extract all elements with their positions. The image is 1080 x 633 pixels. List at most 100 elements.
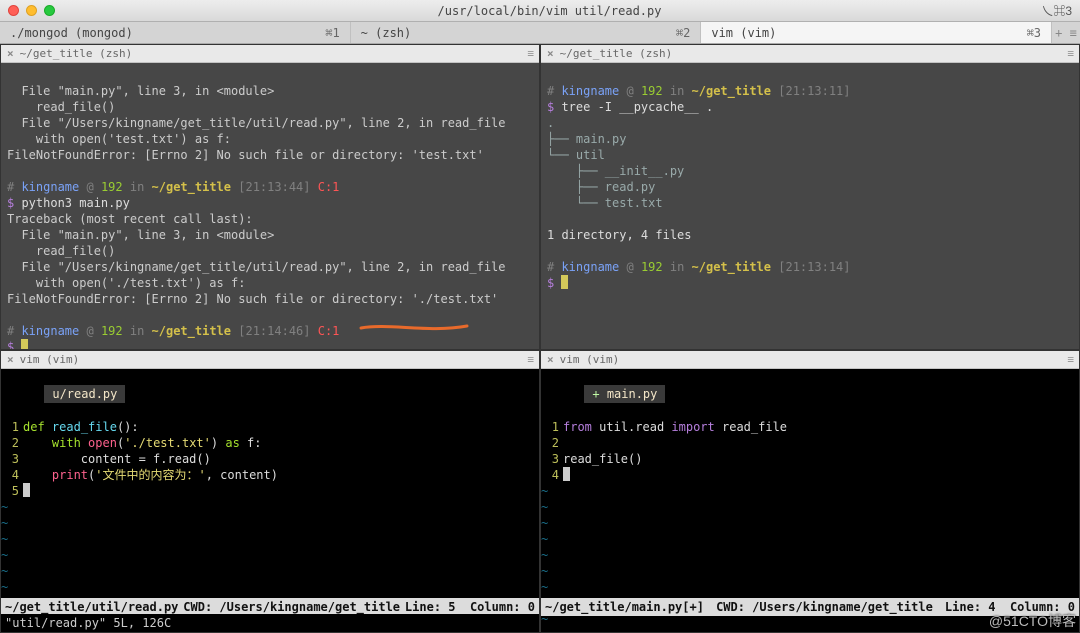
window-titlebar: /usr/local/bin/vim util/read.py 乀⌘3 xyxy=(0,0,1080,22)
code-lines[interactable]: 1def read_file():2 with open('./test.txt… xyxy=(1,419,539,627)
hamburger-icon[interactable]: ≡ xyxy=(1067,353,1073,366)
prompt-host: 192 xyxy=(641,84,663,98)
empty-tilde-line: ~ xyxy=(541,499,1079,515)
close-icon[interactable]: × xyxy=(547,353,554,366)
code-line[interactable]: 4 print('文件中的内容为：', content) xyxy=(1,467,539,483)
traceback-line: Traceback (most recent call last): xyxy=(7,212,253,226)
shell-command: tree -I __pycache__ . xyxy=(561,100,713,114)
empty-tilde-line: ~ xyxy=(1,499,539,515)
hamburger-icon[interactable]: ≡ xyxy=(527,47,533,60)
new-tab-button[interactable]: + ≡ xyxy=(1052,22,1080,43)
code-line[interactable]: 2 with open('./test.txt') as f: xyxy=(1,435,539,451)
code-line[interactable]: 4 xyxy=(541,467,1079,483)
traceback-line: with open('./test.txt') as f: xyxy=(7,276,245,290)
close-icon[interactable]: × xyxy=(547,47,554,60)
empty-tilde-line: ~ xyxy=(1,563,539,579)
status-cwd: CWD: /Users/kingname/get_title xyxy=(716,599,933,615)
tab-zsh[interactable]: ~ (zsh) ⌘2 xyxy=(351,22,702,43)
pane-title: ~/get_title (zsh) xyxy=(20,47,133,60)
buffer-tab[interactable]: u/read.py xyxy=(44,385,125,403)
prompt-time: [21:14:46] xyxy=(238,324,310,338)
maximize-icon[interactable] xyxy=(44,5,55,16)
empty-tilde-line: ~ xyxy=(1,531,539,547)
traffic-lights xyxy=(8,5,55,16)
tab-kbd: ⌘2 xyxy=(676,26,690,40)
tab-kbd: ⌘1 xyxy=(325,26,339,40)
window-right-indicator: 乀⌘3 xyxy=(1032,2,1072,19)
code-line[interactable]: 1def read_file(): xyxy=(1,419,539,435)
tree-summary: 1 directory, 4 files xyxy=(547,228,692,242)
empty-tilde-line: ~ xyxy=(1,547,539,563)
traceback-line: FileNotFoundError: [Errno 2] No such fil… xyxy=(7,292,498,306)
close-icon[interactable] xyxy=(8,5,19,16)
pane-shell-right[interactable]: × ~/get_title (zsh) ≡ # kingname @ 192 i… xyxy=(540,44,1080,350)
minimize-icon[interactable] xyxy=(26,5,37,16)
empty-tilde-line: ~ xyxy=(541,547,1079,563)
tab-vim[interactable]: vim (vim) ⌘3 xyxy=(701,22,1052,43)
prompt-user: kingname xyxy=(561,84,619,98)
traceback-line: FileNotFoundError: [Errno 2] No such fil… xyxy=(7,148,484,162)
prompt-path: ~/get_title xyxy=(692,84,771,98)
traceback-line: File "/Users/kingname/get_title/util/rea… xyxy=(7,260,506,274)
pane-header: × vim (vim) ≡ xyxy=(541,351,1079,369)
editor-area[interactable]: main.py 1from util.read import read_file… xyxy=(541,369,1079,632)
pane-header: × ~/get_title (zsh) ≡ xyxy=(541,45,1079,63)
code-line[interactable]: 3 content = f.read() xyxy=(1,451,539,467)
pane-vim-right[interactable]: × vim (vim) ≡ main.py 1from util.read im… xyxy=(540,350,1080,633)
pane-title: vim (vim) xyxy=(560,353,620,366)
empty-tilde-line: ~ xyxy=(541,579,1079,595)
tab-kbd: ⌘3 xyxy=(1027,26,1041,40)
status-col: Column: 0 xyxy=(470,600,535,614)
empty-tilde-line: ~ xyxy=(1,515,539,531)
traceback-line: read_file() xyxy=(7,244,115,258)
prompt-host: 192 xyxy=(101,180,123,194)
tree-line: ├── main.py xyxy=(547,132,626,146)
tree-line: └── test.txt xyxy=(547,196,663,210)
code-line[interactable]: 3read_file() xyxy=(541,451,1079,467)
empty-tilde-line: ~ xyxy=(541,563,1079,579)
prompt-time: [21:13:44] xyxy=(238,180,310,194)
terminal-output[interactable]: File "main.py", line 3, in <module> read… xyxy=(1,63,539,350)
window-title: /usr/local/bin/vim util/read.py xyxy=(67,4,1032,18)
empty-tilde-line: ~ xyxy=(1,579,539,595)
pane-shell-left[interactable]: × ~/get_title (zsh) ≡ File "main.py", li… xyxy=(0,44,540,350)
prompt-user: kingname xyxy=(21,324,79,338)
traceback-line: File "main.py", line 3, in <module> xyxy=(7,228,274,242)
shell-command: python3 main.py xyxy=(21,196,129,210)
tree-line: ├── read.py xyxy=(547,180,655,194)
close-icon[interactable]: × xyxy=(7,47,14,60)
hamburger-icon[interactable]: ≡ xyxy=(1067,47,1073,60)
traceback-line: read_file() xyxy=(7,100,115,114)
tab-mongod[interactable]: ./mongod (mongod) ⌘1 xyxy=(0,22,351,43)
tree-line: . xyxy=(547,116,554,130)
prompt-time: [21:13:11] xyxy=(778,84,850,98)
pane-header: × vim (vim) ≡ xyxy=(1,351,539,369)
code-line[interactable]: 5 xyxy=(1,483,539,499)
tab-label: ~ (zsh) xyxy=(361,26,412,40)
watermark: @51CTO博客 xyxy=(989,611,1076,631)
prompt-path: ~/get_title xyxy=(152,324,231,338)
pane-title: vim (vim) xyxy=(20,353,80,366)
code-line[interactable]: 2 xyxy=(541,435,1079,451)
status-cwd: CWD: /Users/kingname/get_title xyxy=(183,599,400,615)
tab-label: ./mongod (mongod) xyxy=(10,26,133,40)
editor-area[interactable]: u/read.py 1def read_file():2 with open('… xyxy=(1,369,539,632)
workspace: × ~/get_title (zsh) ≡ File "main.py", li… xyxy=(0,44,1080,633)
prompt-exitcode: C:1 xyxy=(318,324,340,338)
pane-vim-left[interactable]: × vim (vim) ≡ u/read.py 1def read_file()… xyxy=(0,350,540,633)
code-line[interactable]: 1from util.read import read_file xyxy=(541,419,1079,435)
prompt-host: 192 xyxy=(641,260,663,274)
terminal-output[interactable]: # kingname @ 192 in ~/get_title [21:13:1… xyxy=(541,63,1079,309)
prompt-path: ~/get_title xyxy=(152,180,231,194)
pane-title: ~/get_title (zsh) xyxy=(560,47,673,60)
hamburger-icon[interactable]: ≡ xyxy=(527,353,533,366)
prompt-host: 192 xyxy=(101,324,123,338)
prompt-user: kingname xyxy=(21,180,79,194)
empty-tilde-line: ~ xyxy=(541,531,1079,547)
status-file: ~/get_title/main.py[+] xyxy=(545,599,704,615)
code-lines[interactable]: 1from util.read import read_file23read_f… xyxy=(541,419,1079,627)
terminal-cursor xyxy=(561,275,568,289)
prompt-exitcode: C:1 xyxy=(318,180,340,194)
buffer-tab[interactable]: main.py xyxy=(584,385,665,403)
close-icon[interactable]: × xyxy=(7,353,14,366)
